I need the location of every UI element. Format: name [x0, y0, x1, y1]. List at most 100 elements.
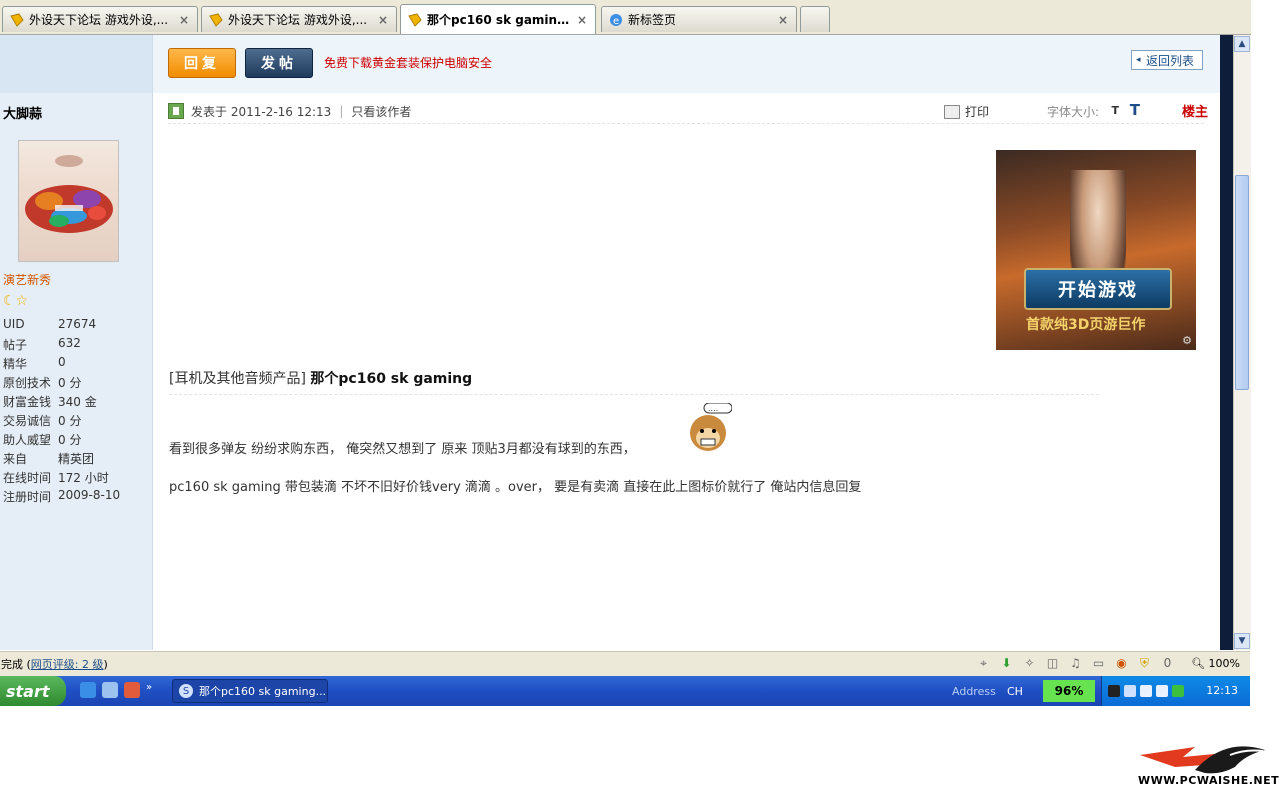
- stat-row: 在线时间 172 小时: [3, 471, 109, 485]
- author-name[interactable]: 大脚蒜: [3, 103, 42, 122]
- blocked-count: 0: [1163, 656, 1172, 670]
- screenshot-icon[interactable]: ◫: [1045, 656, 1060, 671]
- stat-row: UID 27674: [3, 317, 97, 331]
- ad-settings-icon[interactable]: ⚙: [1182, 334, 1192, 347]
- eye-icon[interactable]: ◉: [1114, 656, 1129, 671]
- status-bar: 完成 (网页评级: 2 级) ⌖ ⬇ ✧ ◫ ♫ ▭ ◉ ⛨ 0 🔍︎ 100%: [0, 651, 1250, 676]
- tab-new-page[interactable]: e 新标签页 ×: [601, 6, 797, 32]
- tab-title: 那个pc160 sk gaming - ...: [427, 13, 575, 27]
- language-indicator[interactable]: CH: [1007, 685, 1023, 698]
- status-icons: ⌖ ⬇ ✧ ◫ ♫ ▭ ◉ ⛨ 0: [976, 656, 1175, 671]
- mouse-gesture-icon[interactable]: ⌖: [976, 656, 991, 671]
- scroll-down-icon[interactable]: ▼: [1234, 633, 1250, 649]
- game-ad-banner[interactable]: 开始游戏 首款纯3D页游巨作 ⚙: [996, 150, 1196, 350]
- svg-text:e: e: [613, 16, 619, 27]
- taskbar-window-button[interactable]: S 那个pc160 sk gaming...: [172, 679, 328, 703]
- new-post-button[interactable]: 发帖: [245, 48, 313, 78]
- tab-close-icon[interactable]: ×: [376, 13, 390, 27]
- author-stats: UID 27674 帖子 632 精华 0 原创技术 0 分 财富金钱 340 金 交易诚…: [3, 317, 120, 507]
- back-to-list-button[interactable]: ◂ 返回列表: [1130, 50, 1203, 70]
- post-body-line: 看到很多弹友 纷纷求购东西， 俺突然又想到了 原来 顶贴3月都没有球到的东西，: [169, 442, 636, 457]
- ad-tagline: 首款纯3D页游巨作: [1026, 317, 1146, 333]
- reply-button[interactable]: 回复: [168, 48, 236, 78]
- post-title: [耳机及其他音频产品] 那个pc160 sk gaming: [169, 368, 1099, 395]
- address-toolbar-label[interactable]: Address: [952, 685, 996, 698]
- stat-row: 交易诚信 0 分: [3, 414, 82, 428]
- svg-text:....: ....: [708, 404, 718, 413]
- tab-forum-2[interactable]: 外设天下论坛 游戏外设,... ×: [201, 6, 397, 32]
- forum-favicon-icon: [208, 12, 224, 28]
- network-icon[interactable]: [1140, 685, 1152, 697]
- tab-close-icon[interactable]: ×: [776, 13, 790, 27]
- only-author-link[interactable]: 只看该作者: [351, 103, 411, 120]
- stat-row: 来自 精英团: [3, 452, 95, 466]
- stat-row: 精华 0: [3, 355, 66, 371]
- author-rank: 演艺新秀: [3, 273, 52, 287]
- monkey-emoticon-icon: ....: [684, 402, 733, 455]
- post-main: 回复 发帖 免费下载黄金套装保护电脑安全 ◂ 返回列表 发表于 2011-2-1…: [153, 35, 1220, 650]
- font-small-button[interactable]: T: [1111, 104, 1119, 117]
- sidebar-header: [0, 35, 152, 93]
- arrow-left-icon: ◂: [1135, 55, 1141, 65]
- vertical-scrollbar[interactable]: ▲ ▼: [1233, 35, 1251, 650]
- post-status-icon: [168, 103, 184, 119]
- quick-launch: »: [80, 682, 152, 698]
- floor-label: 楼主: [1181, 105, 1208, 120]
- stat-row: 帖子 632: [3, 336, 81, 352]
- tab-close-icon[interactable]: ×: [177, 13, 191, 27]
- shield-icon[interactable]: ⛨: [1137, 656, 1152, 671]
- promo-link[interactable]: 免费下载黄金套装保护电脑安全: [324, 54, 492, 71]
- window-icon[interactable]: ▭: [1091, 656, 1106, 671]
- browser-icon: S: [179, 684, 193, 698]
- printer-icon: [943, 104, 960, 119]
- stat-row: 注册时间 2009-8-10: [3, 488, 121, 504]
- print-button[interactable]: 打印: [943, 103, 989, 120]
- scroll-thumb[interactable]: [1235, 175, 1249, 390]
- pin-icon[interactable]: ✧: [1022, 656, 1037, 671]
- watermark-text: WWW.PCWAISHE.NET: [1138, 774, 1280, 787]
- magnifier-icon: 🔍︎: [1191, 657, 1206, 670]
- power-plug-icon[interactable]: [1108, 685, 1120, 697]
- rank-moon-star-icon: ☾☆: [3, 293, 29, 309]
- font-large-button[interactable]: T: [1130, 101, 1140, 119]
- download-icon[interactable]: ⬇: [999, 656, 1014, 671]
- tab-strip: 外设天下论坛 游戏外设,... × 外设天下论坛 游戏外设,... × 那个pc…: [0, 0, 1251, 35]
- post-category[interactable]: [耳机及其他音频产品]: [169, 371, 306, 387]
- divider: |: [339, 104, 344, 118]
- tab-title: 新标签页: [628, 13, 677, 27]
- volume-icon[interactable]: [1156, 685, 1168, 697]
- page-rating-link[interactable]: 网页评级: 2 级: [31, 658, 104, 671]
- tab-forum-1[interactable]: 外设天下论坛 游戏外设,... ×: [2, 6, 198, 32]
- clock: 12:13: [1206, 684, 1238, 697]
- stat-row: 财富金钱 340 金: [3, 395, 97, 409]
- post-toolbar: 回复 发帖 免费下载黄金套装保护电脑安全 ◂ 返回列表: [153, 35, 1220, 93]
- page-viewport: 大脚蒜 演艺新秀 ☾☆ UID 27674 帖子 632 精华 0 原创技术 0 分 财…: [0, 35, 1220, 650]
- post-body-line: pc160 sk gaming 带包装滴 不坏不旧好价钱very 滴滴 。ove…: [169, 480, 862, 495]
- scroll-up-icon[interactable]: ▲: [1234, 36, 1250, 52]
- explorer-icon[interactable]: [102, 682, 118, 698]
- start-button[interactable]: start: [0, 676, 66, 706]
- ie-favicon-icon: e: [608, 12, 624, 28]
- forum-favicon-icon: [9, 12, 25, 28]
- back-arrow-icon[interactable]: [1124, 685, 1136, 697]
- ie-icon[interactable]: [80, 682, 96, 698]
- tab-close-icon[interactable]: ×: [575, 13, 589, 27]
- tab-title: 外设天下论坛 游戏外设,...: [228, 13, 368, 27]
- new-tab-button[interactable]: [800, 6, 830, 32]
- chevron-right-icon[interactable]: »: [146, 682, 152, 698]
- avatar[interactable]: [18, 140, 119, 262]
- battery-indicator[interactable]: 96%: [1043, 680, 1095, 702]
- stat-row: 原创技术 0 分: [3, 376, 82, 390]
- app-icon[interactable]: [124, 682, 140, 698]
- stat-row: 助人威望 0 分: [3, 433, 82, 447]
- font-size-label: 字体大小:: [1046, 105, 1099, 119]
- forum-favicon-icon: [407, 12, 423, 28]
- tab-active-post[interactable]: 那个pc160 sk gaming - ... ×: [400, 4, 596, 34]
- zoom-level[interactable]: 🔍︎ 100%: [1191, 657, 1240, 670]
- security-shield-icon[interactable]: [1172, 685, 1184, 697]
- author-sidebar: 大脚蒜 演艺新秀 ☾☆ UID 27674 帖子 632 精华 0 原创技术 0 分 财…: [0, 35, 153, 650]
- ad-start-game-button[interactable]: 开始游戏: [1024, 268, 1172, 310]
- post-subject: 那个pc160 sk gaming: [310, 371, 473, 387]
- taskbar: start » S 那个pc160 sk gaming... Address C…: [0, 676, 1250, 706]
- volume-icon[interactable]: ♫: [1068, 656, 1083, 671]
